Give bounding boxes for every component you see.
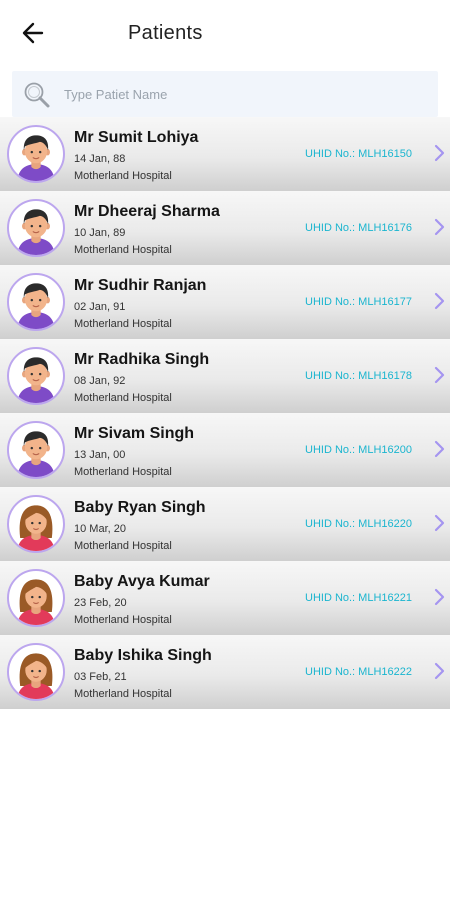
female-avatar-icon	[17, 505, 55, 551]
patient-uhid: UHID No.: MLH16178	[305, 370, 412, 382]
avatar	[7, 199, 65, 257]
patient-name: Mr Sivam Singh	[74, 425, 195, 442]
avatar	[7, 643, 65, 701]
chevron-right-icon[interactable]	[432, 144, 446, 162]
patient-row[interactable]: Mr Radhika Singh 08 Jan, 92 Motherland H…	[0, 339, 450, 413]
search-bar[interactable]	[12, 71, 438, 117]
patient-hospital: Motherland Hospital	[74, 392, 172, 404]
patient-dob: 03 Feb, 21	[74, 671, 127, 683]
patient-row[interactable]: Mr Sivam Singh 13 Jan, 00 Motherland Hos…	[0, 413, 450, 487]
patient-hospital: Motherland Hospital	[74, 318, 172, 330]
patient-uhid: UHID No.: MLH16220	[305, 518, 412, 530]
male-avatar-icon	[17, 431, 55, 477]
search-icon	[24, 82, 50, 108]
chevron-right-icon[interactable]	[432, 514, 446, 532]
patient-hospital: Motherland Hospital	[74, 688, 172, 700]
patient-list: Mr Sumit Lohiya 14 Jan, 88 Motherland Ho…	[0, 117, 450, 709]
patient-uhid: UHID No.: MLH16200	[305, 444, 412, 456]
patient-uhid: UHID No.: MLH16222	[305, 666, 412, 678]
avatar	[7, 125, 65, 183]
avatar	[7, 569, 65, 627]
patient-name: Mr Dheeraj Sharma	[74, 203, 220, 220]
female-avatar-icon	[17, 653, 55, 699]
patient-uhid: UHID No.: MLH16221	[305, 592, 412, 604]
patients-screen: Patients Mr Sumit Lohiya 14 Jan, 88 Moth…	[0, 0, 450, 900]
patient-dob: 08 Jan, 92	[74, 375, 126, 387]
search-input[interactable]	[64, 81, 424, 107]
male-avatar-icon	[17, 135, 55, 181]
app-header: Patients	[0, 0, 450, 66]
patient-uhid: UHID No.: MLH16177	[305, 296, 412, 308]
patient-name: Mr Sumit Lohiya	[74, 129, 199, 146]
patient-name: Mr Sudhir Ranjan	[74, 277, 207, 294]
patient-hospital: Motherland Hospital	[74, 466, 172, 478]
patient-dob: 23 Feb, 20	[74, 597, 127, 609]
patient-row[interactable]: Mr Sumit Lohiya 14 Jan, 88 Motherland Ho…	[0, 117, 450, 191]
avatar	[7, 347, 65, 405]
patient-row[interactable]: Mr Sudhir Ranjan 02 Jan, 91 Motherland H…	[0, 265, 450, 339]
patient-hospital: Motherland Hospital	[74, 540, 172, 552]
chevron-right-icon[interactable]	[432, 588, 446, 606]
chevron-right-icon[interactable]	[432, 662, 446, 680]
female-avatar-icon	[17, 579, 55, 625]
patient-uhid: UHID No.: MLH16150	[305, 148, 412, 160]
chevron-right-icon[interactable]	[432, 366, 446, 384]
patient-row[interactable]: Baby Avya Kumar 23 Feb, 20 Motherland Ho…	[0, 561, 450, 635]
avatar	[7, 495, 65, 553]
back-button[interactable]	[18, 19, 48, 47]
patient-uhid: UHID No.: MLH16176	[305, 222, 412, 234]
male-avatar-icon	[17, 357, 55, 403]
patient-name: Mr Radhika Singh	[74, 351, 210, 368]
arrow-left-icon	[22, 22, 44, 44]
patient-name: Baby Ryan Singh	[74, 499, 206, 516]
male-avatar-icon	[17, 209, 55, 255]
patient-hospital: Motherland Hospital	[74, 170, 172, 182]
chevron-right-icon[interactable]	[432, 218, 446, 236]
patient-hospital: Motherland Hospital	[74, 614, 172, 626]
avatar	[7, 421, 65, 479]
patient-hospital: Motherland Hospital	[74, 244, 172, 256]
patient-row[interactable]: Baby Ryan Singh 10 Mar, 20 Motherland Ho…	[0, 487, 450, 561]
chevron-right-icon[interactable]	[432, 440, 446, 458]
patient-dob: 02 Jan, 91	[74, 301, 126, 313]
patient-name: Baby Ishika Singh	[74, 647, 212, 664]
patient-dob: 14 Jan, 88	[74, 153, 126, 165]
patient-dob: 13 Jan, 00	[74, 449, 126, 461]
chevron-right-icon[interactable]	[432, 292, 446, 310]
patient-name: Baby Avya Kumar	[74, 573, 210, 590]
male-avatar-icon	[17, 283, 55, 329]
page-title: Patients	[128, 22, 203, 44]
patient-row[interactable]: Baby Ishika Singh 03 Feb, 21 Motherland …	[0, 635, 450, 709]
patient-row[interactable]: Mr Dheeraj Sharma 10 Jan, 89 Motherland …	[0, 191, 450, 265]
patient-dob: 10 Mar, 20	[74, 523, 126, 535]
patient-dob: 10 Jan, 89	[74, 227, 126, 239]
avatar	[7, 273, 65, 331]
